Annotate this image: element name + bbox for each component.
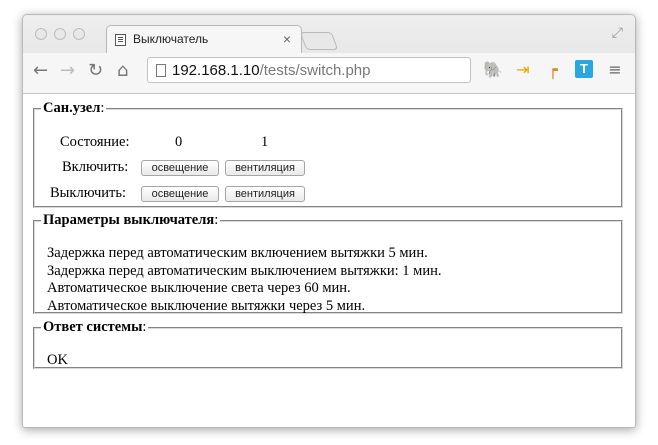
vent-on-button[interactable]: вентиляция [225, 160, 305, 176]
param-line: Автоматическое выключение вытяжки через … [47, 297, 366, 314]
home-icon[interactable]: ⌂ [117, 60, 128, 81]
sanuzel-legend: Сан.узел: [43, 100, 105, 116]
params-text: Задержка перед автоматическим включением… [47, 245, 441, 315]
state-value-vent: 1 [261, 134, 269, 150]
sanuzel-fieldset: Сан.узел: Состояние: 0 1 Включить: освещ… [33, 100, 623, 208]
browser-chrome: Выключатель × ⤢ ← → ↻ ⌂ 192.168.1.10/tes… [23, 15, 635, 94]
url-host: 192.168.1.10 [172, 62, 260, 79]
tab-active[interactable]: Выключатель × [106, 25, 302, 53]
forward-arrow-icon[interactable]: → [60, 60, 75, 81]
menu-icon[interactable]: ≡ [605, 60, 625, 80]
new-tab-button[interactable] [299, 32, 339, 50]
param-line: Задержка перед автоматическим включением… [47, 245, 428, 261]
light-on-button[interactable]: освещение [141, 160, 219, 176]
param-line: Задержка перед автоматическим выключение… [47, 262, 442, 279]
zoom-window-button[interactable] [73, 28, 85, 40]
state-label: Состояние: [60, 134, 130, 150]
off-label: Выключить: [50, 185, 127, 201]
tab-close-icon[interactable]: × [283, 31, 291, 47]
evernote-icon[interactable]: 🐘 [483, 60, 503, 80]
tab-title: Выключатель [133, 32, 209, 46]
leaf-icon[interactable]: ┍ [543, 60, 563, 80]
response-fieldset: Ответ системы: OK [33, 319, 623, 369]
page-favicon-icon [115, 34, 126, 46]
back-arrow-icon[interactable]: ← [33, 60, 48, 81]
reload-icon[interactable]: ↻ [88, 60, 103, 81]
on-label: Включить: [62, 159, 129, 175]
toolbar: ← → ↻ ⌂ 192.168.1.10/tests/switch.php 🐘 … [23, 53, 635, 93]
param-line: Автоматическое выключение света через 60… [47, 280, 351, 296]
page-content: Сан.узел: Состояние: 0 1 Включить: освещ… [23, 94, 635, 427]
bookmark-arrow-icon[interactable]: ⇥ [513, 60, 533, 80]
vent-off-button[interactable]: вентиляция [225, 186, 305, 202]
page-icon [156, 64, 166, 77]
light-off-button[interactable]: освещение [141, 186, 219, 202]
params-fieldset: Параметры выключателя: Задержка перед ав… [33, 212, 623, 314]
close-window-button[interactable] [35, 28, 47, 40]
address-bar[interactable]: 192.168.1.10/tests/switch.php [147, 57, 471, 83]
url-text[interactable]: 192.168.1.10/tests/switch.php [172, 62, 370, 79]
response-legend: Ответ системы: [43, 319, 147, 335]
response-text: OK [47, 352, 68, 368]
t-icon[interactable]: T [575, 60, 593, 78]
browser-window: Выключатель × ⤢ ← → ↻ ⌂ 192.168.1.10/tes… [22, 14, 636, 428]
state-value-light: 0 [175, 134, 183, 150]
minimize-window-button[interactable] [54, 28, 66, 40]
fullscreen-icon[interactable]: ⤢ [612, 25, 623, 41]
url-path: /tests/switch.php [259, 62, 371, 79]
params-legend: Параметры выключателя: [43, 212, 219, 228]
